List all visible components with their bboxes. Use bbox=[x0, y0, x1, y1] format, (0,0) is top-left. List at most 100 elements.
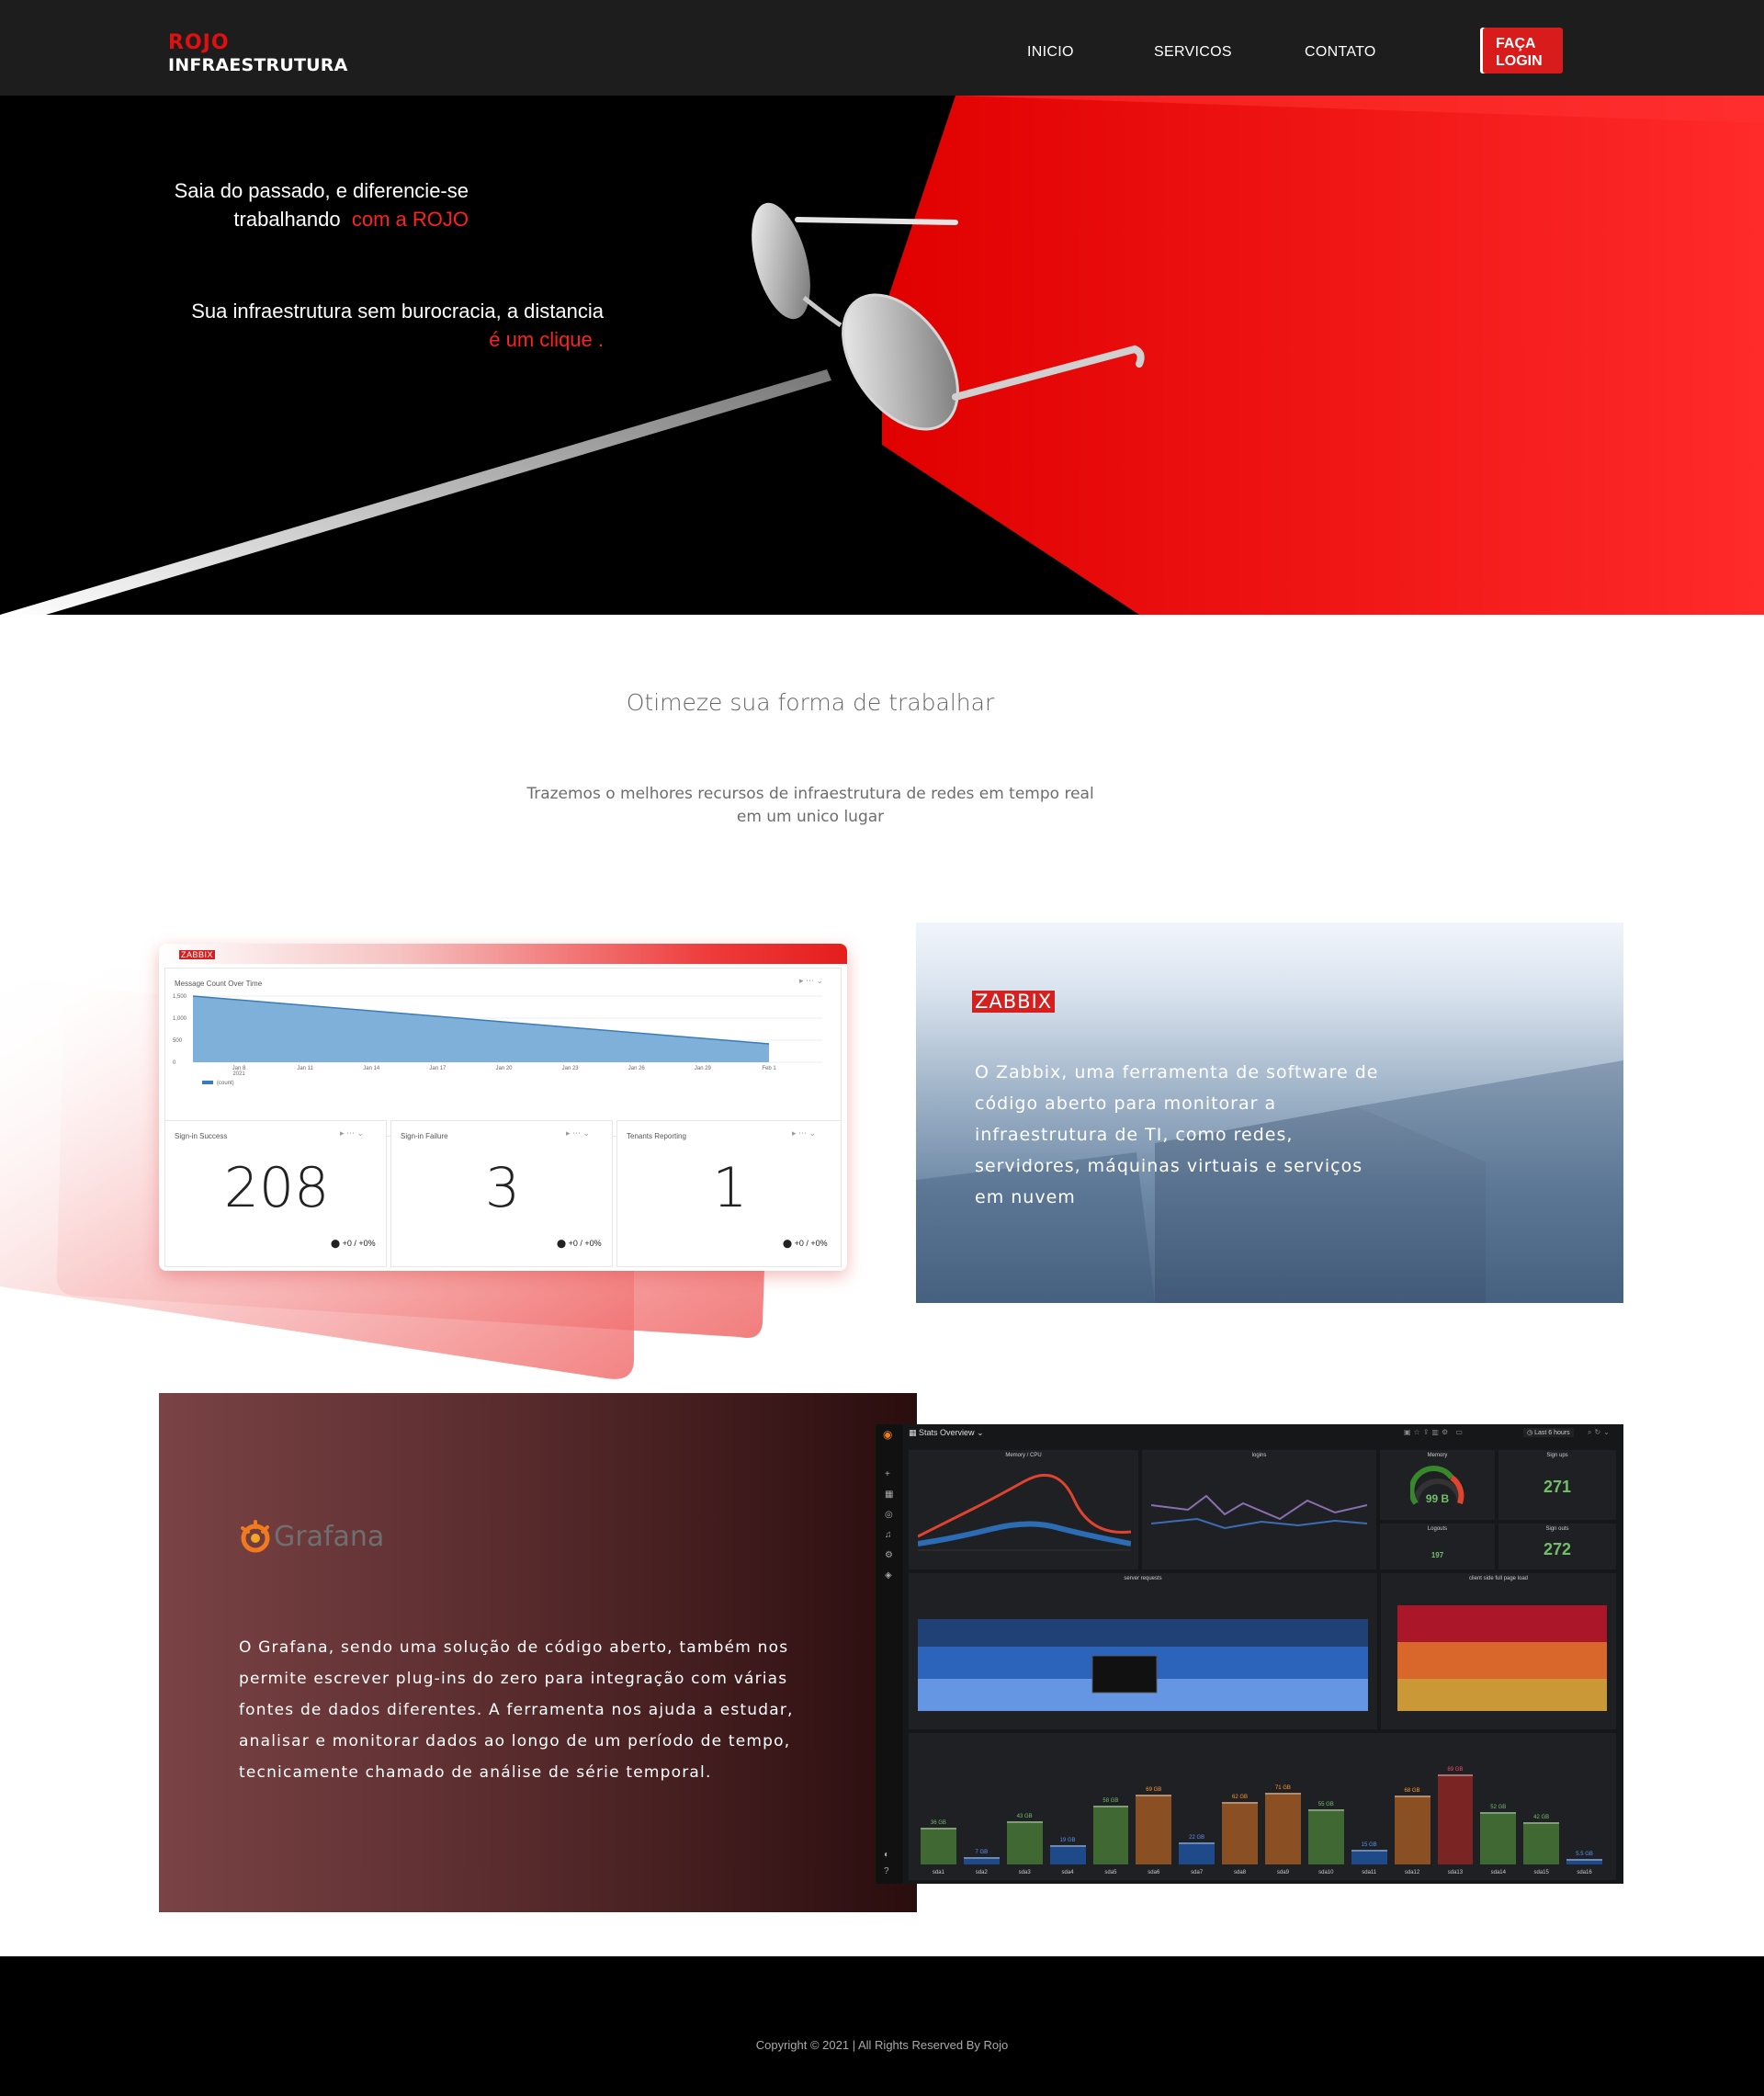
disk-bar bbox=[921, 1828, 956, 1864]
grafana-logo-text: Grafana bbox=[274, 1521, 385, 1553]
stat-delta-text: +0 / +0% bbox=[794, 1239, 828, 1248]
x-tick-label: Jan 26 bbox=[628, 1066, 646, 1071]
disk-bar bbox=[1566, 1858, 1602, 1864]
stat-delta: ⬤ +0 / +0% bbox=[783, 1239, 828, 1248]
memory-value: 99 B bbox=[1425, 1492, 1450, 1505]
disk-bar-label: sda2 bbox=[975, 1870, 988, 1875]
page-load-graph bbox=[1397, 1605, 1607, 1711]
disk-bar-label: sda11 bbox=[1362, 1870, 1377, 1875]
disk-bar bbox=[1523, 1821, 1560, 1864]
grafana-toolbar-icons[interactable]: ▣☆⇪▥⚙ ▭ bbox=[1404, 1428, 1465, 1436]
grafana-sidebar: ◉ + ▦ ◎ ♫ ⚙ ◈ ◐? bbox=[876, 1424, 903, 1884]
disk-bar-value: 71 GB bbox=[1274, 1784, 1291, 1791]
panel-server-requests: server requests bbox=[909, 1573, 1377, 1729]
panel-memory-gauge: Memory 99 B bbox=[1380, 1450, 1495, 1520]
brand-logo-subtitle[interactable]: INFRAESTRUTURA bbox=[168, 55, 348, 75]
grafana-dashboard-title-text: Stats Overview bbox=[919, 1428, 975, 1437]
stat-delta-text: +0 / +0% bbox=[342, 1239, 376, 1248]
x-tick-label: Jan 14 bbox=[363, 1066, 380, 1071]
memory-cpu-graph bbox=[918, 1473, 1131, 1551]
brand-logo-rojo[interactable]: ROJO bbox=[168, 31, 230, 54]
nav-link-contato[interactable]: CONTATO bbox=[1305, 44, 1376, 61]
legend-label: (count) bbox=[217, 1081, 234, 1086]
stat-value: 3 bbox=[484, 1156, 521, 1220]
signups-value: 271 bbox=[1543, 1478, 1572, 1496]
grafana-time-picker[interactable]: ◷ Last 6 hours bbox=[1523, 1428, 1574, 1437]
zabbix-label: ZABBIX bbox=[972, 991, 1056, 1013]
login-button-label: FAÇA LOGIN bbox=[1496, 36, 1543, 69]
stat-panel-tenants-reporting: Tenants Reporting ▸ ⋯ ⌄ 1 ⬤ +0 / +0% bbox=[616, 1120, 842, 1267]
stat-value: 208 bbox=[223, 1156, 330, 1220]
nav-link-servicos[interactable]: SERVICOS bbox=[1154, 44, 1232, 61]
disk-bar-value: 55 GB bbox=[1317, 1801, 1334, 1807]
disk-bar bbox=[1437, 1774, 1474, 1864]
panel-menu-icon[interactable]: ▸ ⋯ ⌄ bbox=[792, 1128, 816, 1139]
section-subtitle: Trazemos o melhores recursos de infraest… bbox=[0, 783, 1621, 829]
disk-bar-label: sda3 bbox=[1018, 1870, 1031, 1875]
disk-bar-value: 42 GB bbox=[1533, 1814, 1550, 1820]
nav-link-inicio[interactable]: INICIO bbox=[1027, 44, 1074, 61]
x-tick-label: Jan 20 bbox=[495, 1066, 513, 1071]
message-count-area bbox=[193, 996, 769, 1062]
disk-bar bbox=[1092, 1806, 1129, 1864]
grafana-dashboard-screenshot: ◉ + ▦ ◎ ♫ ⚙ ◈ ◐? ▦ Stats Overview ⌄ ◷ Last 6 … bbox=[876, 1424, 1623, 1884]
hero-headline-line2-red: com a ROJO bbox=[351, 208, 469, 231]
grafana-description: O Grafana, sendo uma solução de código a… bbox=[239, 1638, 794, 1782]
footer bbox=[0, 1956, 1764, 2096]
stat-delta: ⬤ +0 / +0% bbox=[331, 1239, 376, 1248]
grafana-logo-icon bbox=[237, 1519, 274, 1556]
disk-bar-value: 15 GB bbox=[1361, 1841, 1377, 1848]
logins-graph bbox=[1151, 1494, 1367, 1530]
disk-bar-value: 62 GB bbox=[1232, 1794, 1249, 1800]
panel-title: Memory / CPU bbox=[1005, 1453, 1042, 1458]
disk-bar-label: sda10 bbox=[1318, 1870, 1334, 1875]
disk-bar-value: 89 GB bbox=[1447, 1767, 1464, 1773]
hero-headline-line2: trabalhando com a ROJO bbox=[147, 205, 469, 233]
grafana-sidebar-nav-icons[interactable]: + ▦ ◎ ♫ ⚙ ◈ bbox=[885, 1465, 893, 1586]
grafana-sidebar-user-icon[interactable]: ◐? bbox=[884, 1847, 889, 1880]
disk-bar-label: sda15 bbox=[1533, 1870, 1549, 1875]
panel-title: Memory bbox=[1427, 1453, 1448, 1458]
disk-bar-value: 7 GB bbox=[975, 1850, 989, 1856]
hero-headline-line2-white: trabalhando bbox=[233, 208, 341, 231]
disk-bar bbox=[1265, 1792, 1301, 1864]
disk-bar-value: 22 GB bbox=[1189, 1834, 1205, 1841]
panel-title: Logouts bbox=[1427, 1526, 1448, 1532]
panel-menu-icon[interactable]: ▸ ⋯ ⌄ bbox=[566, 1128, 590, 1139]
grafana-sidebar-logo-icon[interactable]: ◉ bbox=[883, 1428, 892, 1441]
grafana-dashboard-title[interactable]: ▦ Stats Overview ⌄ bbox=[909, 1428, 984, 1438]
zabbix-description: O Zabbix, uma ferramenta de software de … bbox=[975, 1062, 1379, 1207]
login-button[interactable]: FAÇA LOGIN bbox=[1480, 28, 1563, 74]
logouts-value: 197 bbox=[1430, 1551, 1444, 1559]
disk-bar-label: sda6 bbox=[1148, 1870, 1160, 1875]
disk-bar-value: 58 GB bbox=[1102, 1798, 1119, 1805]
section-title: Otimeze sua forma de trabalhar bbox=[626, 689, 995, 716]
disk-bar-label: sda1 bbox=[932, 1870, 944, 1875]
panel-menu-icon[interactable]: ▸ ⋯ ⌄ bbox=[799, 976, 823, 986]
disk-bar-value: 5.5 GB bbox=[1576, 1851, 1593, 1857]
panel-logins: logins bbox=[1142, 1450, 1376, 1569]
disk-bar-label: sda9 bbox=[1276, 1870, 1289, 1875]
zabbix-card-brand: ZABBIX bbox=[179, 950, 216, 959]
panel-title: Sign ups bbox=[1546, 1453, 1568, 1458]
section-subtitle-line2: em um unico lugar bbox=[736, 808, 885, 826]
x-tick-label: Jan 17 bbox=[429, 1066, 447, 1071]
disk-bar-value: 52 GB bbox=[1490, 1804, 1507, 1810]
disk-bar-value: 43 GB bbox=[1016, 1813, 1033, 1819]
disk-bar bbox=[963, 1857, 1000, 1864]
disk-bar-label: sda8 bbox=[1234, 1870, 1247, 1875]
grafana-time-range: Last 6 hours bbox=[1534, 1430, 1570, 1436]
disk-bar-label: sda16 bbox=[1577, 1870, 1592, 1875]
panel-title: server requests bbox=[1124, 1576, 1162, 1581]
panel-menu-icon[interactable]: ▸ ⋯ ⌄ bbox=[340, 1128, 364, 1139]
disk-bar bbox=[1480, 1811, 1517, 1864]
grafana-refresh-icons[interactable]: ⌕↻⌄ bbox=[1588, 1428, 1612, 1437]
disk-bar-label: sda12 bbox=[1404, 1870, 1420, 1875]
hero-tagline-line2: é um clique . bbox=[489, 328, 604, 351]
stat-panel-signin-success: Sign-in Success ▸ ⋯ ⌄ 208 ⬤ +0 / +0% bbox=[164, 1120, 387, 1267]
panel-title: client side full page load bbox=[1468, 1576, 1529, 1581]
disk-bar bbox=[1307, 1808, 1344, 1864]
stat-delta: ⬤ +0 / +0% bbox=[557, 1239, 602, 1248]
panel-signups: Sign ups 271 bbox=[1498, 1450, 1616, 1520]
y-tick-label: 1,500 bbox=[173, 994, 187, 1000]
